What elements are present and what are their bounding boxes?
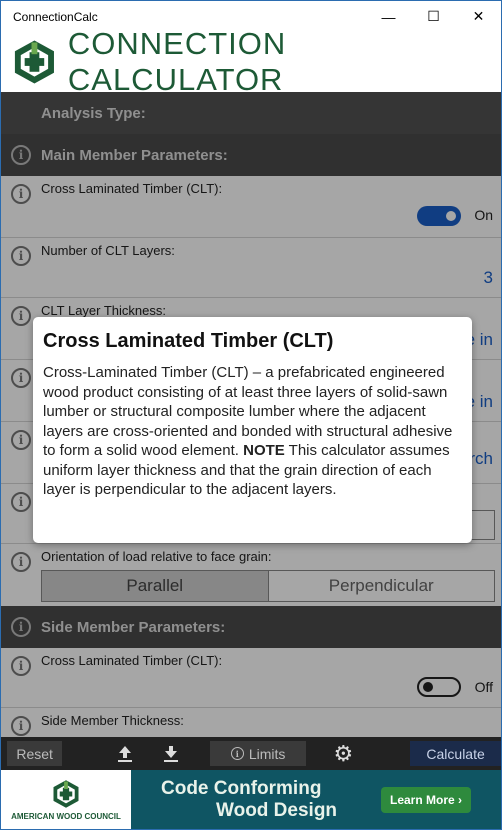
- banner-line-1: Code Conforming: [161, 778, 322, 799]
- close-button[interactable]: ✕: [456, 1, 501, 32]
- awc-logo-icon: [14, 40, 54, 84]
- calculate-button[interactable]: Calculate: [410, 741, 501, 766]
- limits-button[interactable]: i Limits: [209, 741, 307, 766]
- dialog-note-label: NOTE: [243, 442, 285, 459]
- info-icon: i: [230, 747, 244, 760]
- minimize-button[interactable]: —: [366, 1, 411, 32]
- upload-icon[interactable]: [114, 745, 136, 763]
- gear-icon[interactable]: ⚙: [332, 741, 354, 767]
- reset-button[interactable]: Reset: [7, 741, 63, 766]
- clt-info-dialog: Cross Laminated Timber (CLT) Cross-Lamin…: [33, 317, 472, 543]
- maximize-button[interactable]: ☐: [411, 1, 456, 32]
- app-header: CONNECTION CALCULATOR: [1, 26, 501, 97]
- dialog-body: Cross-Laminated Timber (CLT) – a prefabr…: [43, 363, 462, 500]
- limits-label: Limits: [248, 745, 286, 762]
- download-icon[interactable]: [160, 745, 182, 763]
- window-title: ConnectionCalc: [13, 9, 98, 24]
- banner-headline: Code Conforming Wood Design: [161, 778, 376, 822]
- title-bar: ConnectionCalc — ☐ ✕: [1, 1, 501, 32]
- dialog-title: Cross Laminated Timber (CLT): [43, 330, 334, 352]
- app-title: CONNECTION CALCULATOR: [67, 26, 287, 97]
- app-window: ConnectionCalc — ☐ ✕ CONNECTION CALCULAT…: [0, 0, 502, 830]
- bottom-toolbar: Reset i Limits ⚙ Calculate: [1, 737, 501, 770]
- ad-banner[interactable]: AMERICAN WOOD COUNCIL Code Conforming Wo…: [1, 770, 501, 829]
- awc-logo-icon: [53, 780, 79, 808]
- learn-more-button[interactable]: Learn More ›: [381, 787, 471, 813]
- banner-line-2: Wood Design: [216, 800, 338, 821]
- awc-brand-block: AMERICAN WOOD COUNCIL: [1, 770, 131, 829]
- awc-org-name: AMERICAN WOOD COUNCIL: [11, 812, 121, 821]
